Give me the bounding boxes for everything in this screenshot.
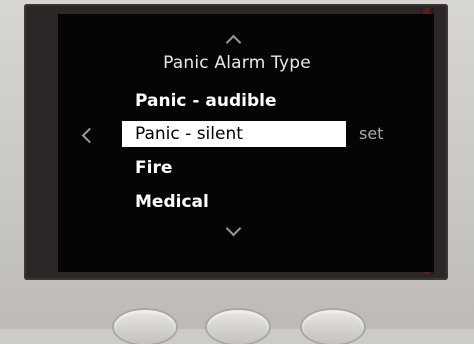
option-medical[interactable]: Medical [122,189,209,215]
page-title: Panic Alarm Type [163,53,311,73]
hardware-button-left[interactable] [114,310,176,344]
hardware-button-center[interactable] [207,310,269,344]
option-fire[interactable]: Fire [122,155,172,181]
hardware-button-right[interactable] [302,310,364,344]
option-panic-silent[interactable]: Panic - silent [122,121,346,147]
set-button[interactable]: set [359,121,383,147]
option-panic-audible[interactable]: Panic - audible [122,88,276,114]
